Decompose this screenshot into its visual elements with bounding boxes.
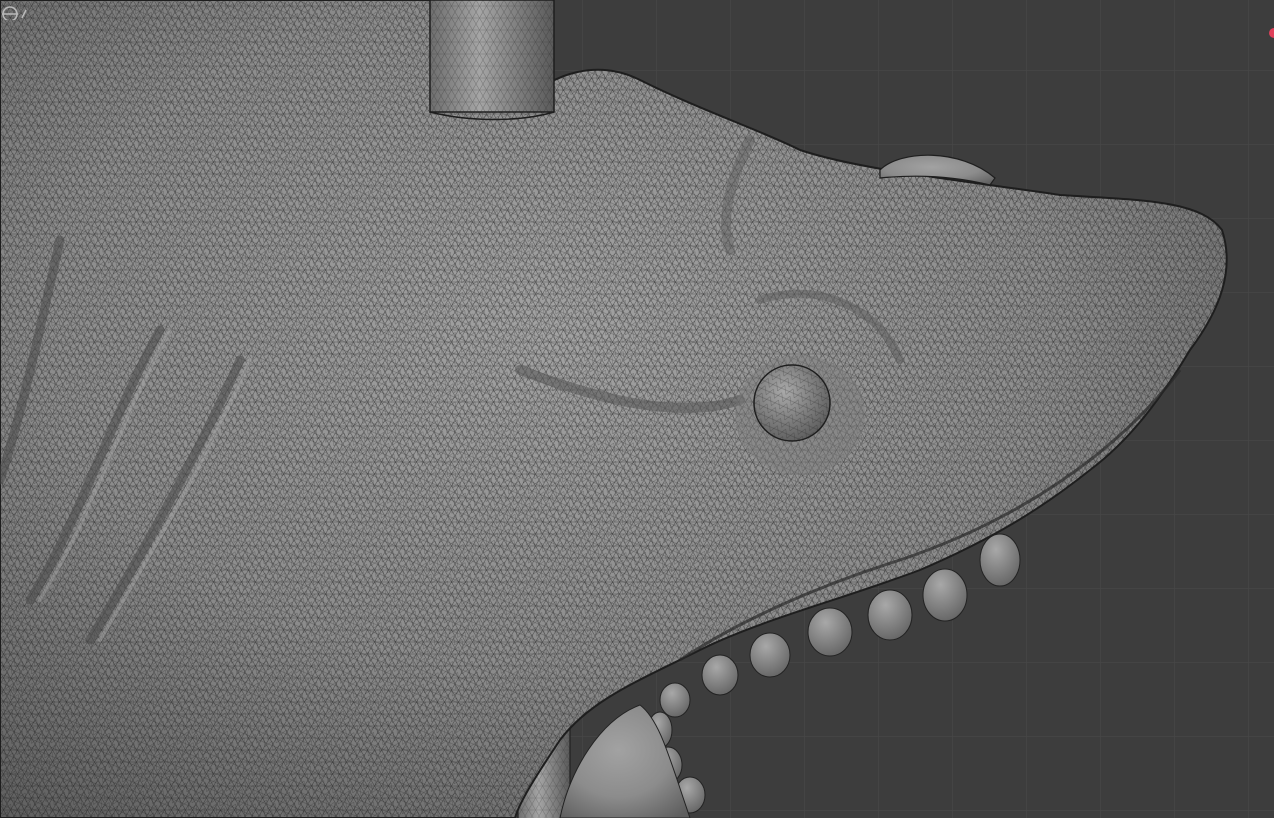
3d-viewport[interactable] <box>0 0 1274 818</box>
viewport-canvas[interactable] <box>0 0 1274 818</box>
view-gizmo-icon[interactable] <box>0 0 28 20</box>
record-indicator-dot <box>1269 28 1274 38</box>
